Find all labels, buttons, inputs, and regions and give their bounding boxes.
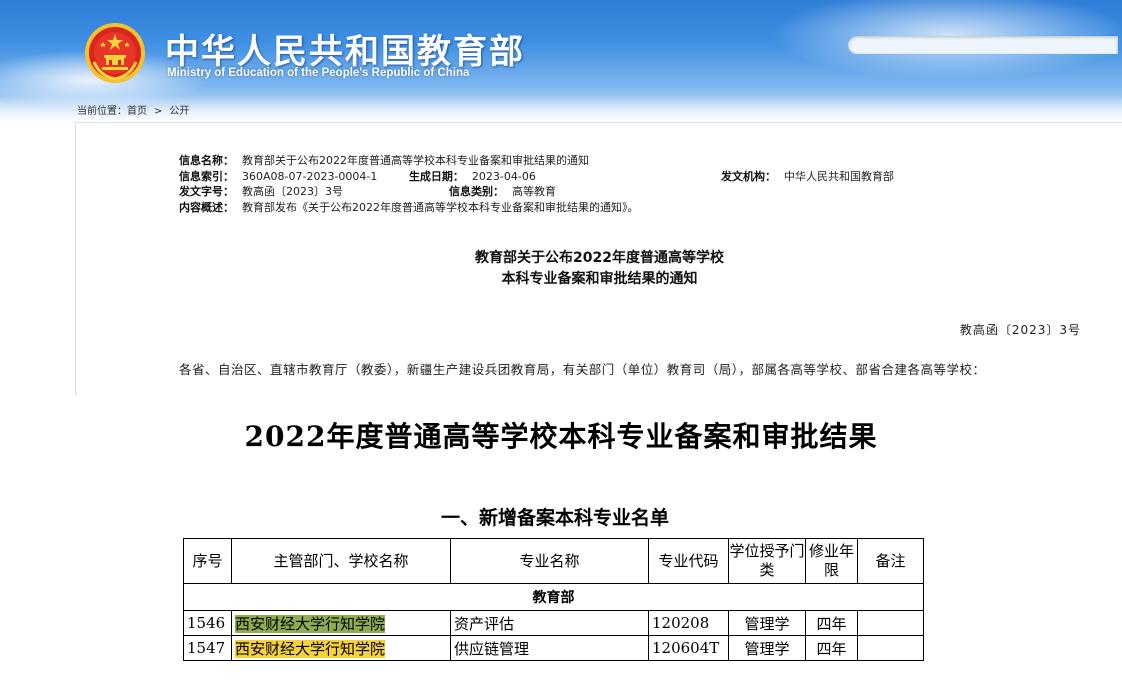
column-header: 专业名称 [450,538,649,584]
department-row: 教育部 [183,583,924,611]
column-header: 学位授予门类 [728,538,806,584]
info-issuer-field: 发文机构： 中华人民共和国教育部 [721,169,894,185]
search-input[interactable] [848,36,1118,54]
breadcrumb-public-link[interactable]: 公开 [169,106,189,117]
table-row: 1547 西安财经大学行知学院 供应链管理 120604T 管理学 四年 [183,635,924,661]
years-cell: 四年 [805,635,858,661]
breadcrumb-home-link[interactable]: 首页 [127,106,147,117]
info-docno-value: 教高函〔2023〕3号 [242,185,343,198]
site-subtitle: Ministry of Education of the People's Re… [167,67,470,79]
department-cell: 教育部 [183,583,924,611]
major-code-cell: 120208 [648,610,729,636]
info-name-label: 信息名称： [179,154,234,167]
info-date-value: 2023-04-06 [471,169,536,183]
salutation-paragraph: 各省、自治区、直辖市教育厅（教委），新疆生产建设兵团教育局，有关部门（单位）教育… [179,362,986,377]
row-number-cell: 1546 [183,610,232,636]
major-cell: 供应链管理 [450,635,649,661]
column-header: 备注 [857,538,924,584]
column-header: 序号 [183,538,232,584]
note-cell [857,635,924,661]
breadcrumb: 当前位置：首页 > 公开 [77,102,189,117]
table-header-row: 序号 主管部门、学校名称 专业名称 专业代码 学位授予门类 修业年限 备注 [183,538,924,584]
column-header: 修业年限 [805,538,858,584]
notice-heading: 教育部关于公布2022年度普通高等学校 本科专业备案和审批结果的通知 [76,248,1122,290]
note-cell [857,610,924,636]
major-code-cell: 120604T [648,635,729,661]
national-emblem-icon[interactable] [84,22,146,84]
breadcrumb-label: 当前位置： [77,106,127,117]
school-cell: 西安财经大学行知学院 [231,610,451,636]
notice-heading-line1: 教育部关于公布2022年度普通高等学校 [475,250,724,266]
info-summary-value: 教育部发布《关于公布2022年度普通高等学校本科专业备案和审批结果的通知》。 [242,200,639,214]
breadcrumb-separator: > [154,106,163,117]
table-row: 1546 西安财经大学行知学院 资产评估 120208 管理学 四年 [183,610,924,636]
info-summary-label: 内容概述： [179,200,234,214]
info-index-label: 信息索引： [179,169,234,183]
column-header: 专业代码 [648,538,729,584]
info-date-label: 生成日期： [408,169,464,183]
info-index-value: 360A08-07-2023-0004-1 [242,169,378,183]
site-header: 中华人民共和国教育部 Ministry of Education of the … [0,0,1122,122]
site-title[interactable]: 中华人民共和国教育部 [165,24,525,73]
degree-cell: 管理学 [728,635,806,661]
degree-cell: 管理学 [728,610,806,636]
notice-heading-line2: 本科专业备案和审批结果的通知 [501,271,698,287]
info-row-summary: 内容概述： 教育部发布《关于公布2022年度普通高等学校本科专业备案和审批结果的通… [179,200,639,216]
years-cell: 四年 [805,610,858,636]
info-row-name: 信息名称： 教育部关于公布2022年度普通高等学校本科专业备案和审批结果的通知 [179,153,639,169]
document-number: 教高函〔2023〕3号 [959,323,1081,337]
school-name-highlight: 西安财经大学行知学院 [235,614,386,633]
info-row-docno: 发文字号： 教高函〔2023〕3号 信息类别： 高等教育 [179,184,639,200]
info-row-index: 信息索引： 360A08-07-2023-0004-1 生成日期： 2023-04-… [179,169,894,185]
info-metadata-block: 信息名称： 教育部关于公布2022年度普通高等学校本科专业备案和审批结果的通知 信… [179,153,894,216]
list-heading: 一、新增备案本科专业名单 [440,507,669,529]
school-cell: 西安财经大学行知学院 [231,635,451,661]
school-name-highlight: 西安财经大学行知学院 [235,639,386,658]
major-cell: 资产评估 [450,610,649,636]
results-title: 2022年度普通高等学校本科专业备案和审批结果 [244,420,878,453]
info-category-value: 高等教育 [512,185,556,198]
article-page: 信息名称： 教育部关于公布2022年度普通高等学校本科专业备案和审批结果的通知 信… [75,122,1122,395]
row-number-cell: 1547 [183,635,232,661]
info-issuer-label: 发文机构： [721,169,776,183]
results-table: 序号 主管部门、学校名称 专业名称 专业代码 学位授予门类 修业年限 备注 教育… [183,538,924,661]
info-issuer-value: 中华人民共和国教育部 [784,169,894,183]
column-header: 主管部门、学校名称 [231,538,451,584]
info-name-value: 教育部关于公布2022年度普通高等学校本科专业备案和审批结果的通知 [242,154,589,167]
info-docno-label: 发文字号： [179,185,234,198]
info-category-label: 信息类别： [449,185,504,198]
info-category-field: 信息类别： 高等教育 [449,184,556,200]
